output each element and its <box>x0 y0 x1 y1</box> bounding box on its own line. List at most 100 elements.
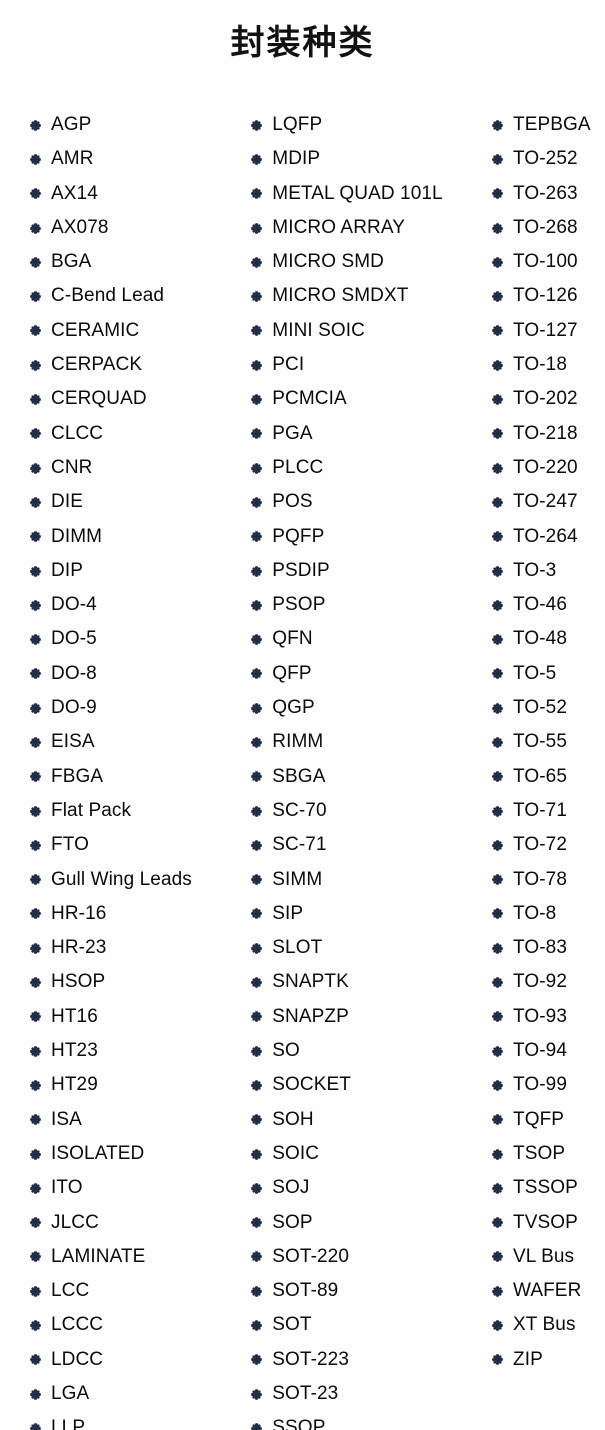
list-item[interactable]: TO-3 <box>492 554 605 588</box>
list-item[interactable]: Gull Wing Leads <box>30 863 241 897</box>
list-item[interactable]: AGP <box>30 108 241 142</box>
list-item[interactable]: TO-202 <box>492 382 605 416</box>
list-item[interactable]: SC-70 <box>251 794 492 828</box>
list-item[interactable]: CERQUAD <box>30 382 241 416</box>
list-item[interactable]: PGA <box>251 417 492 451</box>
list-item[interactable]: JLCC <box>30 1206 241 1240</box>
list-item[interactable]: PQFP <box>251 520 492 554</box>
list-item[interactable]: TO-55 <box>492 725 605 759</box>
list-item[interactable]: TO-5 <box>492 657 605 691</box>
list-item[interactable]: SC-71 <box>251 828 492 862</box>
list-item[interactable]: SIP <box>251 897 492 931</box>
list-item[interactable]: TO-126 <box>492 279 605 313</box>
list-item[interactable]: TO-247 <box>492 485 605 519</box>
list-item[interactable]: TO-78 <box>492 863 605 897</box>
list-item[interactable]: DIE <box>30 485 241 519</box>
list-item[interactable]: SOT-23 <box>251 1377 492 1411</box>
list-item[interactable]: TEPBGA <box>492 108 605 142</box>
list-item[interactable]: ISA <box>30 1103 241 1137</box>
list-item[interactable]: CNR <box>30 451 241 485</box>
list-item[interactable]: LCC <box>30 1274 241 1308</box>
list-item[interactable]: SOT-89 <box>251 1274 492 1308</box>
list-item[interactable]: TO-264 <box>492 520 605 554</box>
list-item[interactable]: Flat Pack <box>30 794 241 828</box>
list-item[interactable]: POS <box>251 485 492 519</box>
list-item[interactable]: TO-263 <box>492 177 605 211</box>
list-item[interactable]: QFP <box>251 657 492 691</box>
list-item[interactable]: PCMCIA <box>251 382 492 416</box>
list-item[interactable]: HR-16 <box>30 897 241 931</box>
list-item[interactable]: LAMINATE <box>30 1240 241 1274</box>
list-item[interactable]: RIMM <box>251 725 492 759</box>
list-item[interactable]: TO-92 <box>492 965 605 999</box>
list-item[interactable]: TO-99 <box>492 1068 605 1102</box>
list-item[interactable]: TSSOP <box>492 1171 605 1205</box>
list-item[interactable]: QFN <box>251 622 492 656</box>
list-item[interactable]: TSOP <box>492 1137 605 1171</box>
list-item[interactable]: DIMM <box>30 520 241 554</box>
list-item[interactable]: TVSOP <box>492 1206 605 1240</box>
list-item[interactable]: LCCC <box>30 1308 241 1342</box>
list-item[interactable]: HR-23 <box>30 931 241 965</box>
list-item[interactable]: LGA <box>30 1377 241 1411</box>
list-item[interactable]: AMR <box>30 142 241 176</box>
list-item[interactable]: SOT-220 <box>251 1240 492 1274</box>
list-item[interactable]: DO-9 <box>30 691 241 725</box>
list-item[interactable]: VL Bus <box>492 1240 605 1274</box>
list-item[interactable]: CLCC <box>30 417 241 451</box>
list-item[interactable]: PLCC <box>251 451 492 485</box>
list-item[interactable]: C-Bend Lead <box>30 279 241 313</box>
list-item[interactable]: LLP <box>30 1411 241 1430</box>
list-item[interactable]: QGP <box>251 691 492 725</box>
list-item[interactable]: DO-8 <box>30 657 241 691</box>
list-item[interactable]: SNAPZP <box>251 1000 492 1034</box>
list-item[interactable]: BGA <box>30 245 241 279</box>
list-item[interactable]: SO <box>251 1034 492 1068</box>
list-item[interactable]: SLOT <box>251 931 492 965</box>
list-item[interactable]: SOH <box>251 1103 492 1137</box>
list-item[interactable]: SBGA <box>251 760 492 794</box>
list-item[interactable]: HT23 <box>30 1034 241 1068</box>
list-item[interactable]: WAFER <box>492 1274 605 1308</box>
list-item[interactable]: LDCC <box>30 1343 241 1377</box>
list-item[interactable]: TO-127 <box>492 314 605 348</box>
list-item[interactable]: MICRO ARRAY <box>251 211 492 245</box>
list-item[interactable]: TO-71 <box>492 794 605 828</box>
list-item[interactable]: SNAPTK <box>251 965 492 999</box>
list-item[interactable]: TO-72 <box>492 828 605 862</box>
list-item[interactable]: CERAMIC <box>30 314 241 348</box>
list-item[interactable]: SOCKET <box>251 1068 492 1102</box>
list-item[interactable]: TO-252 <box>492 142 605 176</box>
list-item[interactable]: TO-94 <box>492 1034 605 1068</box>
list-item[interactable]: XT Bus <box>492 1308 605 1342</box>
list-item[interactable]: TO-220 <box>492 451 605 485</box>
list-item[interactable]: TO-46 <box>492 588 605 622</box>
list-item[interactable]: MDIP <box>251 142 492 176</box>
list-item[interactable]: AX078 <box>30 211 241 245</box>
list-item[interactable]: TO-65 <box>492 760 605 794</box>
list-item[interactable]: HT29 <box>30 1068 241 1102</box>
list-item[interactable]: HSOP <box>30 965 241 999</box>
list-item[interactable]: DIP <box>30 554 241 588</box>
list-item[interactable]: DO-5 <box>30 622 241 656</box>
list-item[interactable]: CERPACK <box>30 348 241 382</box>
list-item[interactable]: SOP <box>251 1206 492 1240</box>
list-item[interactable]: FBGA <box>30 760 241 794</box>
list-item[interactable]: TO-100 <box>492 245 605 279</box>
list-item[interactable]: TO-52 <box>492 691 605 725</box>
list-item[interactable]: TQFP <box>492 1103 605 1137</box>
list-item[interactable]: TO-8 <box>492 897 605 931</box>
list-item[interactable]: FTO <box>30 828 241 862</box>
list-item[interactable]: SOJ <box>251 1171 492 1205</box>
list-item[interactable]: PCI <box>251 348 492 382</box>
list-item[interactable]: TO-18 <box>492 348 605 382</box>
list-item[interactable]: TO-218 <box>492 417 605 451</box>
list-item[interactable]: PSOP <box>251 588 492 622</box>
list-item[interactable]: METAL QUAD 101L <box>251 177 492 211</box>
list-item[interactable]: AX14 <box>30 177 241 211</box>
list-item[interactable]: MICRO SMDXT <box>251 279 492 313</box>
list-item[interactable]: PSDIP <box>251 554 492 588</box>
list-item[interactable]: HT16 <box>30 1000 241 1034</box>
list-item[interactable]: TO-93 <box>492 1000 605 1034</box>
list-item[interactable]: TO-83 <box>492 931 605 965</box>
